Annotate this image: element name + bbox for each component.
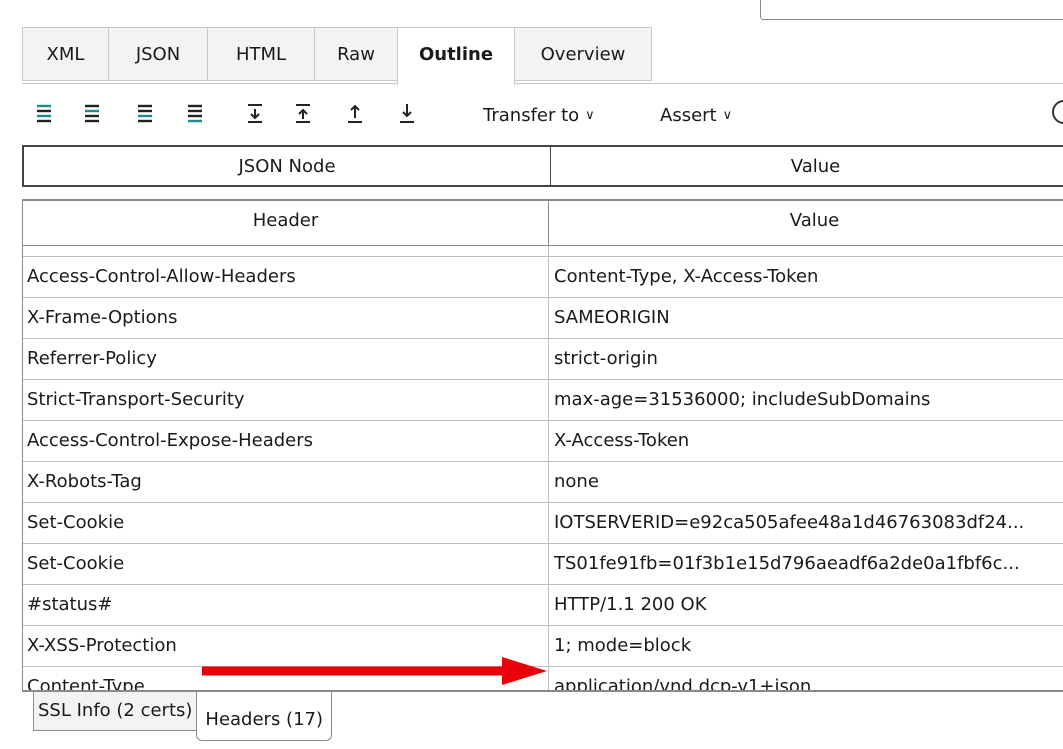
bottom-tabs: SSL Info (2 certs) Headers (17) [33, 692, 333, 744]
header-name: Referrer-Policy [23, 339, 549, 379]
header-value: none [554, 471, 599, 492]
table-row[interactable]: Access-Control-Allow-Headers Content-Typ… [23, 257, 1063, 298]
header-name: #status# [23, 585, 549, 625]
header-name: Access-Control-Allow-Headers [23, 257, 549, 297]
header-name: X-Frame-Options [23, 298, 549, 338]
assert-menu[interactable]: Assert ∨ [660, 104, 732, 128]
outline-toolbar: Transfer to ∨ Assert ∨ [22, 83, 1063, 146]
tab-xml[interactable]: XML [22, 27, 109, 81]
tab-html[interactable]: HTML [207, 27, 315, 81]
table-row[interactable] [23, 246, 1063, 257]
move-down-icon[interactable] [244, 102, 268, 126]
tab-overview[interactable]: Overview [514, 27, 652, 81]
tab-raw[interactable]: Raw [314, 27, 398, 81]
header-name: X-Robots-Tag [23, 462, 549, 502]
search-field[interactable] [760, 0, 1063, 20]
response-view-tabs: XML JSON HTML Raw Outline Overview [22, 27, 652, 85]
header-value: X-Access-Token [554, 430, 690, 451]
header-value: SAMEORIGIN [554, 307, 670, 328]
header-value: HTTP/1.1 200 OK [554, 594, 707, 615]
header-value: max-age=31536000; includeSubDomains [554, 389, 931, 410]
table-row[interactable]: Referrer-Policy strict-origin [23, 339, 1063, 380]
header-name: Set-Cookie [23, 544, 549, 584]
table-row[interactable]: Set-Cookie IOTSERVERID=e92ca505afee48a1d… [23, 503, 1063, 544]
tab-headers[interactable]: Headers (17) [196, 692, 333, 741]
json-node-column-header[interactable]: JSON Node [24, 147, 551, 185]
headers-table-header: Header Value [23, 201, 1063, 246]
headers-table: Header Value Access-Control-Allow-Header… [22, 199, 1063, 692]
header-value: 1; mode=block [554, 635, 692, 656]
header-value: TS01fe91fb=01f3b1e15d796aeadf6a2de0a1fbf… [554, 553, 1020, 574]
tab-json[interactable]: JSON [108, 27, 208, 81]
table-row[interactable]: Access-Control-Expose-Headers X-Access-T… [23, 421, 1063, 462]
expand-level-icon[interactable] [135, 102, 159, 126]
header-value: application/vnd.dcp-v1+json [554, 676, 812, 692]
table-row[interactable]: X-Frame-Options SAMEORIGIN [23, 298, 1063, 339]
header-value: Content-Type, X-Access-Token [554, 266, 819, 287]
header-value: strict-origin [554, 348, 658, 369]
assert-label: Assert [660, 105, 717, 126]
table-row[interactable]: Strict-Transport-Security max-age=315360… [23, 380, 1063, 421]
value-column-header[interactable]: Value [549, 201, 1063, 245]
table-row[interactable]: Set-Cookie TS01fe91fb=01f3b1e15d796aeadf… [23, 544, 1063, 585]
move-bottom-icon[interactable] [396, 102, 420, 126]
header-name: Strict-Transport-Security [23, 380, 549, 420]
expand-all-icon[interactable] [34, 102, 58, 126]
move-up-icon[interactable] [292, 102, 316, 126]
move-top-icon[interactable] [344, 102, 368, 126]
chevron-down-icon: ∨ [722, 108, 733, 123]
header-value: IOTSERVERID=e92ca505afee48a1d46763083df2… [554, 512, 1025, 533]
annotation-arrow-icon [202, 657, 547, 685]
transfer-to-menu[interactable]: Transfer to ∨ [483, 104, 595, 128]
collapse-all-icon[interactable] [82, 102, 106, 126]
tab-ssl-info[interactable]: SSL Info (2 certs) [33, 692, 198, 731]
header-name: Set-Cookie [23, 503, 549, 543]
json-node-header: JSON Node Value [22, 145, 1063, 187]
table-row[interactable]: #status# HTTP/1.1 200 OK [23, 585, 1063, 626]
tab-outline[interactable]: Outline [397, 27, 515, 85]
json-value-column-header[interactable]: Value [551, 147, 1063, 185]
table-row[interactable]: X-Robots-Tag none [23, 462, 1063, 503]
header-name: Access-Control-Expose-Headers [23, 421, 549, 461]
collapse-level-icon[interactable] [185, 102, 209, 126]
chevron-down-icon: ∨ [585, 108, 595, 123]
header-column-header[interactable]: Header [23, 201, 549, 245]
transfer-to-label: Transfer to [483, 105, 580, 126]
